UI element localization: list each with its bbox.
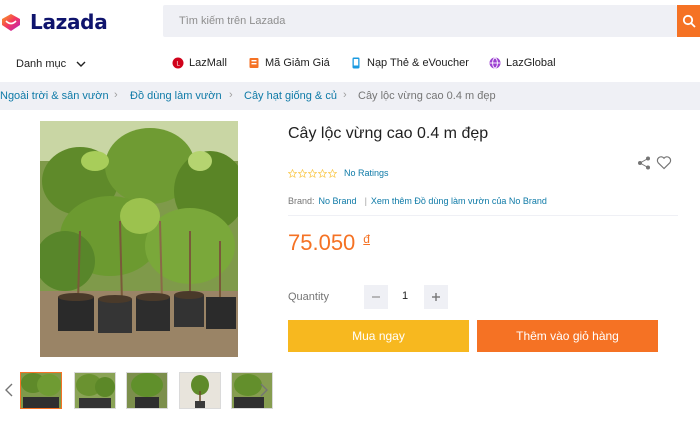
breadcrumb-item[interactable]: Cây hạt giống & củ [244,90,337,102]
breadcrumb-item[interactable]: Đồ dùng làm vườn [130,90,222,102]
share-icon[interactable] [637,156,651,170]
brand-link[interactable]: No Brand [319,196,357,206]
thumbnail-prev-button[interactable] [3,382,15,398]
ratings-row: No Ratings [288,168,389,178]
quantity-label: Quantity [288,291,329,303]
heart-icon[interactable] [656,155,672,170]
chevron-right-icon [260,383,268,397]
divider [288,215,678,216]
header: Lazada [0,0,700,45]
more-from-brand-link[interactable]: Xem thêm Đồ dùng làm vườn của No Brand [371,196,547,206]
minus-icon [372,296,380,298]
star-icon [288,168,297,178]
price-currency: đ [363,232,370,246]
nav-link-lazmall[interactable]: L LazMall [172,57,227,69]
price-value: 75.050 [288,230,356,255]
plus-icon [432,293,440,301]
category-label: Danh mục [16,58,67,70]
product-title: Cây lộc vừng cao 0.4 m đẹp [288,125,489,142]
buy-now-button[interactable]: Mua ngay [288,320,469,352]
star-icon [318,168,327,178]
topup-icon [350,57,362,69]
breadcrumb-current: Cây lộc vừng cao 0.4 m đẹp [358,90,496,102]
add-to-cart-button[interactable]: Thêm vào giỏ hàng [477,320,658,352]
plant-photo [40,121,238,357]
lazmall-icon: L [172,57,184,69]
thumbnail[interactable] [179,372,221,409]
brand-row: Brand: No Brand | Xem thêm Đồ dùng làm v… [288,196,547,206]
voucher-icon [248,57,260,69]
chevron-down-icon [76,61,86,67]
ratings-link[interactable]: No Ratings [344,168,389,178]
rating-stars [288,168,338,178]
thumbnail[interactable] [126,372,168,409]
breadcrumb: Ngoài trời & sân vườn › Đồ dùng làm vườn… [0,82,700,110]
star-icon [308,168,317,178]
nav-link-lazglobal[interactable]: LazGlobal [489,57,556,69]
quantity-increase-button[interactable] [424,285,448,309]
search-input[interactable] [163,5,677,37]
product-price: 75.050 đ [288,230,370,256]
nav-link-label: LazMall [189,57,227,69]
star-icon [328,168,337,178]
breadcrumb-separator: › [229,89,233,101]
nav-link-label: Nạp Thẻ & eVoucher [367,57,469,69]
quantity-decrease-button[interactable] [364,285,388,309]
thumbnail[interactable] [20,372,62,409]
thumbnail[interactable] [74,372,116,409]
search-button[interactable] [677,5,700,37]
breadcrumb-separator: › [114,89,118,101]
nav-link-label: LazGlobal [506,57,556,69]
product-main-image[interactable] [40,121,238,357]
chevron-left-icon [5,383,13,397]
nav-link-topup[interactable]: Nạp Thẻ & eVoucher [350,57,469,69]
category-menu[interactable]: Danh mục [16,58,86,70]
brand-label: Brand: [288,196,315,206]
lazada-heart-icon [2,14,20,31]
lazglobal-icon [489,57,501,69]
star-icon [298,168,307,178]
app-root: Lazada Danh mục L LazMall [0,0,700,438]
search-icon [682,14,696,28]
lazada-logo[interactable]: Lazada [0,8,108,36]
breadcrumb-item[interactable]: Ngoài trời & sân vườn [0,90,109,102]
logo-text: Lazada [30,10,108,34]
quantity-input[interactable]: 1 [392,290,418,302]
nav-link-label: Mã Giảm Giá [265,57,330,69]
breadcrumb-separator: › [343,89,347,101]
product-section: Cây lộc vừng cao 0.4 m đẹp No Ratings Br… [0,110,700,438]
nav-bar: Danh mục L LazMall Mã Giảm Giá Nạp Thẻ &… [0,45,700,82]
search-box [163,5,677,37]
nav-link-voucher[interactable]: Mã Giảm Giá [248,57,330,69]
brand-separator: | [364,196,367,206]
thumbnail-strip [0,368,280,413]
thumbnail-next-button[interactable] [258,382,270,398]
